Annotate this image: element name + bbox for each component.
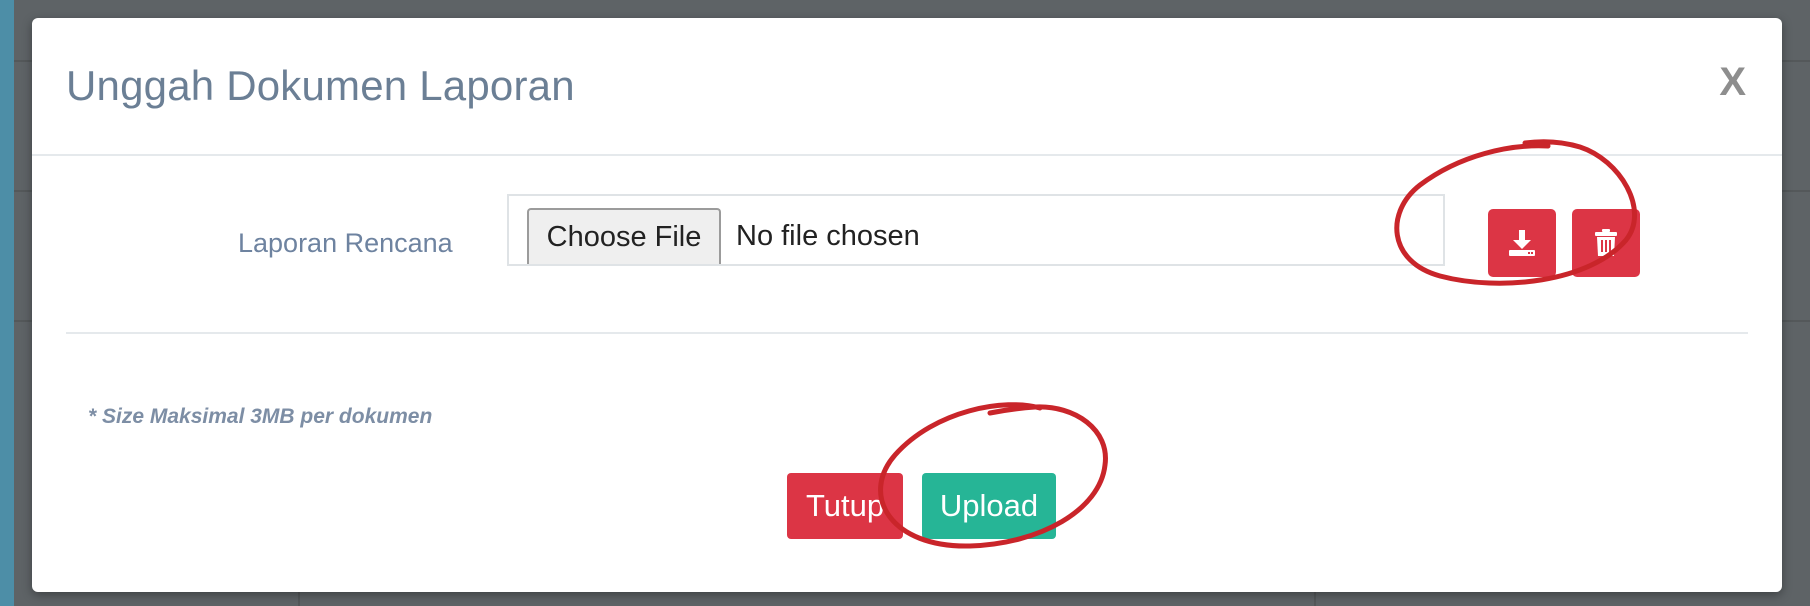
modal-title: Unggah Dokumen Laporan (66, 62, 575, 109)
download-button[interactable] (1488, 209, 1556, 277)
file-status-text: No file chosen (736, 220, 920, 252)
file-input[interactable]: Choose File No file chosen (507, 194, 1445, 266)
field-label-laporan-rencana: Laporan Rencana (238, 228, 453, 258)
close-icon[interactable]: X (1719, 62, 1746, 102)
upload-document-modal: Unggah Dokumen Laporan X Laporan Rencana… (32, 18, 1782, 592)
close-button[interactable]: Tutup (787, 473, 903, 539)
trash-icon (1595, 229, 1617, 256)
choose-file-button[interactable]: Choose File (527, 208, 721, 264)
upload-button[interactable]: Upload (922, 473, 1056, 539)
delete-button[interactable] (1572, 209, 1640, 277)
download-icon (1509, 230, 1535, 256)
modal-header: Unggah Dokumen Laporan X (32, 18, 1782, 156)
size-limit-note: * Size Maksimal 3MB per dokumen (88, 405, 433, 428)
form-divider (66, 332, 1748, 334)
